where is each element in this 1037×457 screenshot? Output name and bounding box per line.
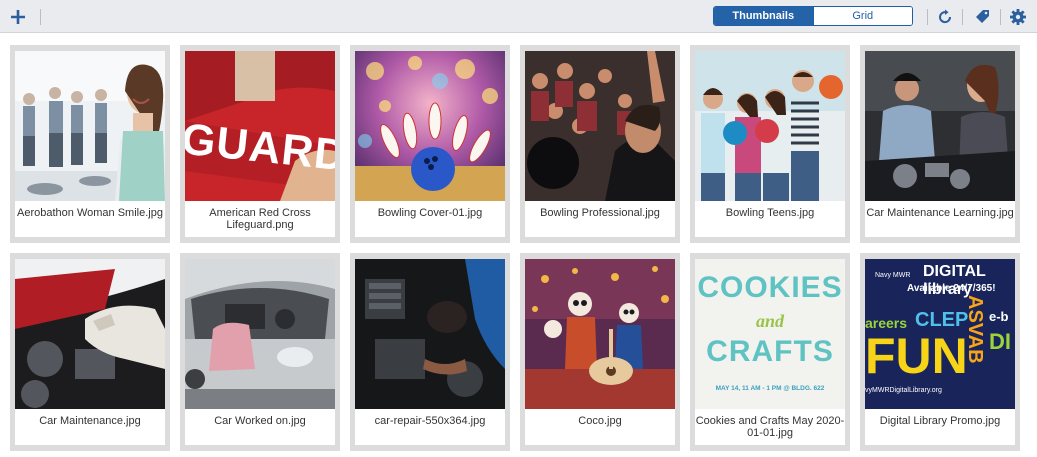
- toolbar-divider: [962, 9, 963, 25]
- image-thumbnail: [525, 51, 675, 201]
- cookies-and: and: [755, 311, 784, 331]
- thumbnail-caption: Car Maintenance.jpg: [15, 409, 165, 445]
- toolbar-divider: [40, 9, 41, 25]
- thumbnail-caption: Digital Library Promo.jpg: [865, 409, 1015, 445]
- toolbar: Thumbnails Grid: [0, 0, 1037, 33]
- image-thumbnail: Navy MWR DIGITAL library Available 24/7/…: [865, 259, 1015, 409]
- library-fun: FUN: [865, 328, 968, 384]
- gallery-item[interactable]: Bowling Professional.jpg: [520, 45, 680, 243]
- cookies-title: COOKIES: [697, 271, 843, 304]
- image-thumbnail: [355, 51, 505, 201]
- thumbnails-view-button[interactable]: Thumbnails: [714, 7, 813, 25]
- gear-icon[interactable]: [1009, 8, 1027, 26]
- refresh-icon[interactable]: [936, 8, 954, 26]
- library-brand: Navy MWR: [875, 272, 911, 279]
- toolbar-divider: [927, 9, 928, 25]
- image-thumbnail: [695, 51, 845, 201]
- crafts-title: CRAFTS: [706, 335, 834, 368]
- library-url: vyMWRDigitalLibrary.org: [865, 387, 942, 394]
- gallery-item[interactable]: Bowling Teens.jpg: [690, 45, 850, 243]
- library-availability: Available 24/7/365!: [907, 283, 996, 294]
- image-thumbnail: [15, 259, 165, 409]
- image-thumbnail: [185, 259, 335, 409]
- image-thumbnail: [355, 259, 505, 409]
- thumbnail-caption: Bowling Professional.jpg: [525, 201, 675, 237]
- plus-icon[interactable]: [9, 8, 27, 26]
- tag-icon[interactable]: [973, 8, 991, 26]
- cookies-date: MAY 14, 11 AM - 1 PM @ BLDG. 622: [715, 385, 825, 392]
- image-thumbnail: [15, 51, 165, 201]
- image-thumbnail: [865, 51, 1015, 201]
- image-thumbnail: [525, 259, 675, 409]
- gallery-item[interactable]: Bowling Cover-01.jpg: [350, 45, 510, 243]
- thumbnail-caption: Cookies and Crafts May 2020-01-01.jpg: [695, 409, 845, 445]
- thumbnail-caption: Coco.jpg: [525, 409, 675, 445]
- library-asvab: ASVAB: [964, 295, 986, 364]
- image-thumbnail: GUARD: [185, 51, 335, 201]
- thumbnail-caption: Bowling Cover-01.jpg: [355, 201, 505, 237]
- gallery-item[interactable]: COOKIES and CRAFTS MAY 14, 11 AM - 1 PM …: [690, 253, 850, 451]
- thumbnail-caption: Aerobathon Woman Smile.jpg: [15, 201, 165, 237]
- library-ebooks: e-b: [989, 309, 1009, 324]
- gallery-item[interactable]: Car Worked on.jpg: [180, 253, 340, 451]
- gallery-item[interactable]: car-repair-550x364.jpg: [350, 253, 510, 451]
- toolbar-divider: [1000, 9, 1001, 25]
- grid-view-button[interactable]: Grid: [812, 7, 912, 25]
- thumbnail-caption: Bowling Teens.jpg: [695, 201, 845, 237]
- gallery-item[interactable]: GUARD American Red Cross Lifeguard.png: [180, 45, 340, 243]
- thumbnail-caption: car-repair-550x364.jpg: [355, 409, 505, 445]
- gallery-item[interactable]: Coco.jpg: [520, 253, 680, 451]
- gallery-item[interactable]: Navy MWR DIGITAL library Available 24/7/…: [860, 253, 1020, 451]
- gallery-item[interactable]: Car Maintenance.jpg: [10, 253, 170, 451]
- library-di: DI: [989, 329, 1011, 354]
- image-thumbnail: COOKIES and CRAFTS MAY 14, 11 AM - 1 PM …: [695, 259, 845, 409]
- view-mode-toggle: Thumbnails Grid: [713, 6, 913, 26]
- thumbnail-caption: American Red Cross Lifeguard.png: [185, 201, 335, 237]
- gallery-item[interactable]: Car Maintenance Learning.jpg: [860, 45, 1020, 243]
- thumbnail-caption: Car Maintenance Learning.jpg: [865, 201, 1015, 237]
- thumbnail-caption: Car Worked on.jpg: [185, 409, 335, 445]
- gallery-item[interactable]: Aerobathon Woman Smile.jpg: [10, 45, 170, 243]
